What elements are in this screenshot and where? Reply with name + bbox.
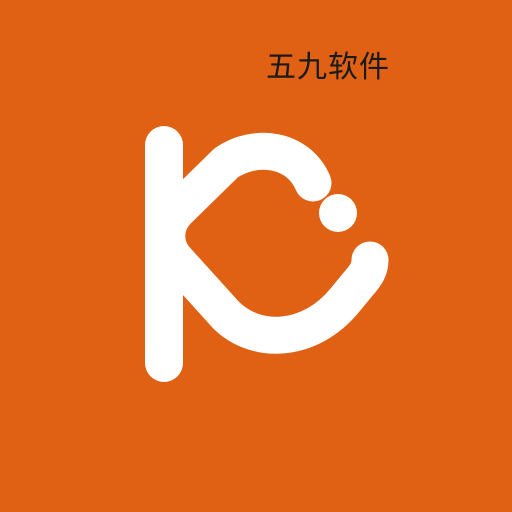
k-dot [319,194,357,232]
k-chevron-arm [148,132,389,354]
k-logo-icon [145,126,389,382]
app-icon-tile: 五九软件 [0,0,512,512]
